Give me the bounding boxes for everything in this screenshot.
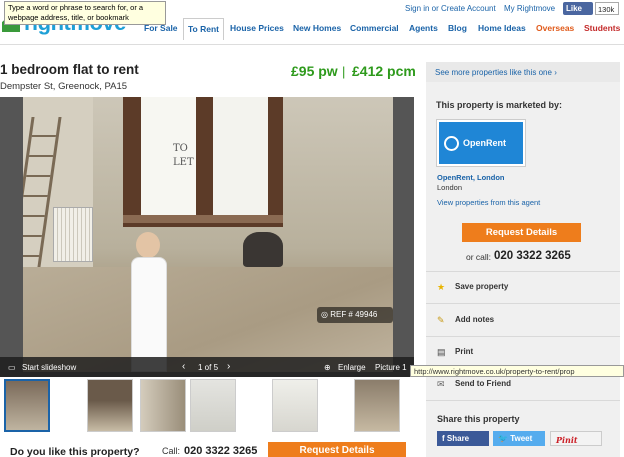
nav-house-prices[interactable]: House Prices: [226, 18, 288, 40]
twitter-tweet-button[interactable]: 🐦 Tweet: [493, 431, 545, 446]
slideshow-icon[interactable]: ▭: [8, 363, 16, 372]
marketed-by-heading: This property is marketed by:: [436, 100, 563, 110]
listing-address: Dempster St, Greenock, PA15: [0, 81, 128, 92]
status-url-tooltip: http://www.rightmove.co.uk/property-to-r…: [410, 365, 624, 377]
start-slideshow-button[interactable]: Start slideshow: [22, 363, 76, 372]
facebook-like-button[interactable]: Like: [563, 2, 593, 15]
magnifier-icon[interactable]: ⊕: [324, 363, 331, 372]
nav-commercial[interactable]: Commercial: [346, 18, 403, 40]
thumbnail-1[interactable]: [4, 379, 50, 432]
nav-blog[interactable]: Blog: [444, 18, 471, 40]
reference-badge: ◎ REF # 49946: [317, 307, 393, 323]
price-per-week: £95 pw: [291, 63, 338, 79]
pinit-label: Pinit: [556, 435, 578, 445]
gallery-controls: ▭ Start slideshow ‹ 1 of 5 › ⊕ Enlarge P…: [0, 357, 414, 377]
listing-title: 1 bedroom flat to rent: [0, 62, 139, 77]
sidebar-divider: [426, 303, 620, 304]
thumbnail-2[interactable]: [87, 379, 133, 432]
thumbnail-strip: [0, 377, 414, 435]
nav-students[interactable]: Students: [580, 18, 624, 40]
agent-logo-text: OpenRent: [463, 138, 507, 148]
save-property-action[interactable]: Save property: [455, 282, 508, 291]
facebook-share-button[interactable]: f Share: [437, 431, 489, 446]
photo-gallery[interactable]: TO LET: [0, 97, 414, 377]
chevron-right-icon: ›: [554, 68, 557, 77]
bottom-call-label: Call:: [162, 446, 181, 456]
nav-to-rent[interactable]: To Rent: [183, 18, 225, 40]
bottom-request-details-button[interactable]: Request Details: [268, 442, 406, 457]
add-notes-action[interactable]: Add notes: [455, 315, 494, 324]
to-let-sign: TO LET: [173, 143, 194, 168]
my-rightmove-link[interactable]: My Rightmove: [504, 4, 555, 13]
sidebar-divider: [426, 336, 620, 337]
enlarge-button[interactable]: Enlarge: [338, 363, 366, 372]
sidebar-divider: [426, 271, 620, 272]
nav-overseas[interactable]: Overseas: [532, 18, 578, 40]
agent-city: London: [437, 183, 463, 192]
share-label: Share: [446, 434, 470, 443]
printer-icon[interactable]: ▤: [437, 347, 447, 357]
facebook-like-label: Like: [566, 4, 583, 13]
request-details-button[interactable]: Request Details: [462, 223, 581, 242]
print-action[interactable]: Print: [455, 347, 473, 356]
thumbnail-4[interactable]: [190, 379, 236, 432]
thumbnail-5[interactable]: [272, 379, 318, 432]
send-to-friend-action[interactable]: Send to Friend: [455, 379, 511, 388]
or-call-label: or call:: [466, 252, 492, 262]
pinterest-button[interactable]: Pinit: [550, 431, 602, 446]
like-property-question: Do you like this property?: [10, 446, 140, 457]
nav-home-ideas[interactable]: Home Ideas: [474, 18, 530, 40]
envelope-icon[interactable]: ✉: [437, 379, 447, 389]
bottom-phone-number[interactable]: 020 3322 3265: [184, 445, 257, 457]
sidebar-divider: [426, 400, 620, 401]
photo-radiator: [53, 207, 93, 262]
agent-name[interactable]: OpenRent, London: [437, 173, 505, 182]
nav-agents[interactable]: Agents: [405, 18, 442, 40]
sign-in-link[interactable]: Sign in or Create Account: [405, 4, 496, 13]
reference-number: REF # 49946: [330, 310, 378, 319]
share-heading: Share this property: [437, 414, 520, 424]
agent-properties-link[interactable]: View properties from this agent: [437, 198, 540, 207]
facebook-like-count: 130k: [595, 2, 619, 15]
agent-phone-number[interactable]: 020 3322 3265: [494, 250, 571, 262]
twitter-icon: 🐦: [498, 434, 511, 443]
chevron-left-icon[interactable]: ‹: [182, 361, 185, 372]
photo-window-sill: [123, 215, 283, 223]
photo-child-head: [136, 232, 160, 258]
star-icon[interactable]: ★: [437, 282, 447, 292]
main-property-photo[interactable]: TO LET: [23, 97, 393, 372]
photo-debris: [243, 232, 283, 267]
site-header: rightmove Type a word or phrase to searc…: [0, 0, 624, 45]
nav-new-homes[interactable]: New Homes: [289, 18, 345, 40]
tweet-label: Tweet: [510, 434, 533, 443]
picture-label: Picture 1: [375, 363, 407, 372]
photo-counter: 1 of 5: [198, 363, 219, 372]
agent-logo[interactable]: OpenRent: [437, 120, 525, 166]
see-more-label: See more properties like this one: [435, 68, 552, 77]
chevron-right-icon[interactable]: ›: [227, 361, 230, 372]
price-per-month: £412 pcm: [352, 63, 416, 79]
pencil-icon[interactable]: ✎: [437, 315, 447, 325]
thumbnail-3[interactable]: [140, 379, 186, 432]
reference-icon: ◎: [321, 310, 331, 319]
thumbnail-6[interactable]: [354, 379, 400, 432]
see-more-link[interactable]: See more properties like this one ›: [426, 62, 620, 82]
browser-tooltip: Type a word or phrase to search for, or …: [4, 1, 166, 25]
photo-child-body: [131, 257, 167, 372]
openrent-house-icon: [444, 136, 459, 151]
photo-window-pane-right: [213, 97, 268, 215]
price-separator: |: [342, 64, 346, 79]
